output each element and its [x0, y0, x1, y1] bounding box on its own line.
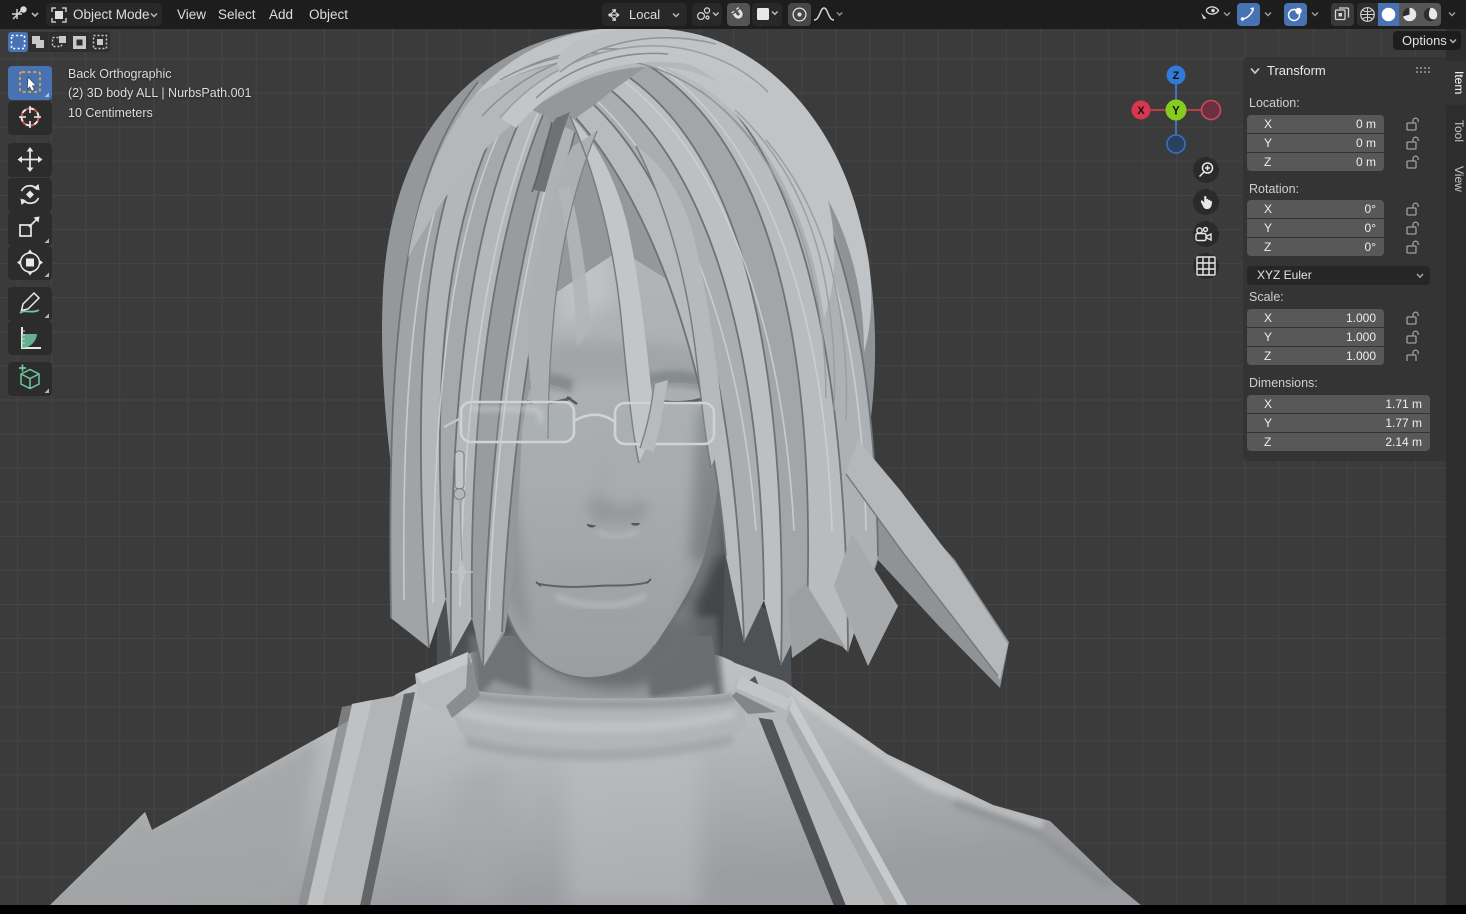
- svg-text:X: X: [1137, 105, 1145, 117]
- svg-text:Y: Y: [1172, 106, 1180, 118]
- svg-text:Z: Z: [1173, 70, 1180, 82]
